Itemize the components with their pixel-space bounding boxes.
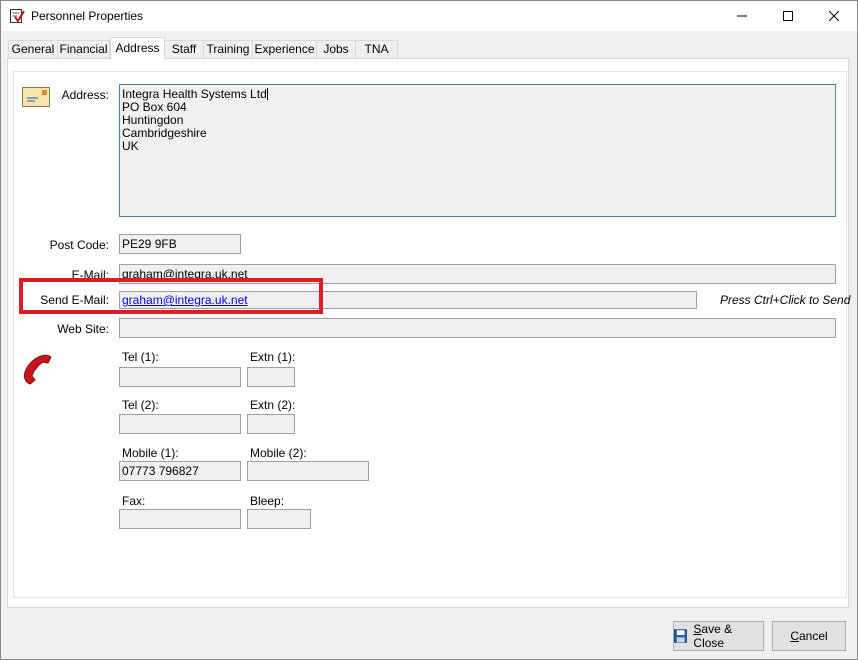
- close-button[interactable]: [811, 1, 857, 31]
- document-check-icon: [10, 9, 25, 23]
- postcode-field[interactable]: PE29 9FB: [119, 234, 241, 254]
- tab-experience[interactable]: Experience: [252, 40, 317, 58]
- text-caret: [266, 88, 268, 100]
- tab-general[interactable]: General: [8, 40, 58, 58]
- fax-label: Fax:: [122, 494, 146, 508]
- window-title: Personnel Properties: [31, 9, 144, 23]
- personnel-properties-window: Personnel Properties General Financial A…: [0, 0, 858, 660]
- email-field[interactable]: graham@integra.uk.net: [119, 264, 836, 284]
- mobile2-field[interactable]: [247, 461, 369, 481]
- extn2-field[interactable]: [247, 414, 295, 434]
- tel2-label: Tel (2):: [122, 398, 159, 412]
- extn2-label: Extn (2):: [250, 398, 296, 412]
- tab-address[interactable]: Address: [110, 37, 165, 59]
- send-email-hint: Press Ctrl+Click to Send: [720, 293, 851, 307]
- maximize-button[interactable]: [765, 1, 811, 31]
- mobile2-label: Mobile (2):: [250, 446, 307, 460]
- postcode-label: Post Code:: [49, 238, 109, 252]
- extn1-label: Extn (1):: [250, 350, 296, 364]
- maximize-icon: [783, 11, 793, 21]
- address-textarea[interactable]: Integra Health Systems Ltd PO Box 604 Hu…: [119, 84, 836, 217]
- tab-jobs[interactable]: Jobs: [316, 40, 356, 58]
- bleep-field[interactable]: [247, 509, 311, 529]
- address-line: UK: [122, 139, 139, 153]
- minimize-icon: [737, 15, 747, 17]
- tel2-field[interactable]: [119, 414, 241, 434]
- address-line: Cambridgeshire: [122, 126, 207, 140]
- address-line: PO Box 604: [122, 100, 187, 114]
- save-close-button[interactable]: Save & Close: [673, 621, 764, 651]
- address-line: Huntingdon: [122, 113, 184, 127]
- email-label: E-Mail:: [71, 268, 109, 282]
- close-icon: [829, 11, 839, 21]
- mobile1-field[interactable]: 07773 796827: [119, 461, 241, 481]
- tab-training[interactable]: Training: [203, 40, 253, 58]
- send-email-field[interactable]: graham@integra.uk.net: [119, 291, 697, 309]
- tab-financial[interactable]: Financial: [57, 40, 110, 58]
- tel1-field[interactable]: [119, 367, 241, 387]
- tab-staff[interactable]: Staff: [164, 40, 204, 58]
- fax-field[interactable]: [119, 509, 241, 529]
- website-field[interactable]: [119, 318, 836, 338]
- cancel-label: Cancel: [790, 629, 828, 643]
- mobile1-label: Mobile (1):: [122, 446, 179, 460]
- floppy-disk-icon: [674, 629, 688, 643]
- website-label: Web Site:: [57, 322, 109, 336]
- extn1-field[interactable]: [247, 367, 295, 387]
- minimize-button[interactable]: [719, 1, 765, 31]
- tel1-label: Tel (1):: [122, 350, 159, 364]
- address-line: Integra Health Systems Ltd: [122, 87, 268, 101]
- send-email-label: Send E-Mail:: [40, 293, 109, 307]
- send-email-link[interactable]: graham@integra.uk.net: [122, 293, 248, 307]
- save-close-label: Save & Close: [693, 622, 733, 650]
- tab-tna[interactable]: TNA: [355, 40, 398, 58]
- bleep-label: Bleep:: [250, 494, 285, 508]
- phone-icon: [24, 354, 52, 385]
- cancel-button[interactable]: Cancel: [772, 621, 846, 651]
- address-label: Address:: [61, 88, 109, 102]
- title-bar[interactable]: Personnel Properties: [1, 1, 857, 31]
